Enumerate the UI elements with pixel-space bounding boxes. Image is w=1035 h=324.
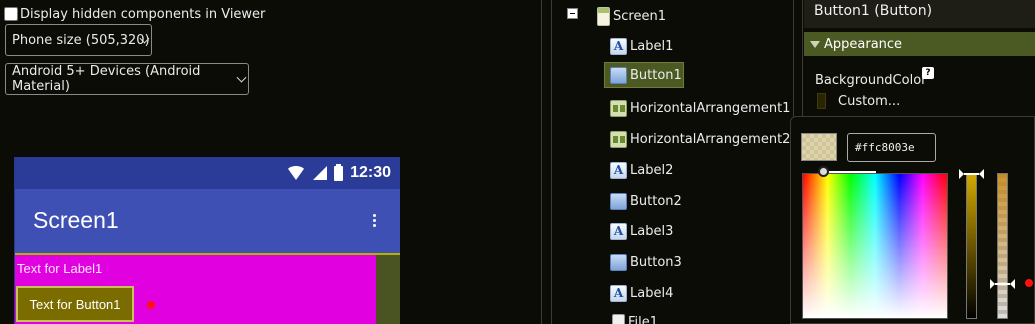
background-color-label: BackgroundColor [815, 73, 927, 88]
tree-item-label: Label2 [630, 162, 674, 178]
button-icon [610, 66, 627, 84]
triangle-down-icon [810, 40, 820, 48]
properties-header: Button1 (Button) [804, 0, 1035, 28]
collapse-icon[interactable] [567, 8, 578, 19]
saturation-knob[interactable] [818, 166, 829, 177]
tree-item-label: Screen1 [613, 8, 666, 24]
button-icon [610, 192, 627, 210]
tree-item-button2[interactable]: Button2 [610, 188, 682, 214]
tree-item-label3[interactable]: A Label3 [610, 218, 673, 244]
tree-item-label1[interactable]: A Label1 [610, 33, 673, 59]
panel-divider [551, 0, 552, 324]
tree-item-label: Label3 [630, 223, 674, 239]
tree-item-label: File1 [628, 314, 659, 324]
help-icon[interactable]: ? [922, 67, 934, 79]
tree-item-label4[interactable]: A Label4 [610, 280, 673, 306]
tree-item-label: Button2 [630, 193, 682, 209]
saturation-field[interactable] [802, 173, 948, 319]
tree-item-label: HorizontalArrangement2 [630, 131, 791, 147]
tree-item-horizontalarrangement2[interactable]: HorizontalArrangement2 [610, 126, 790, 152]
color-preview [801, 133, 837, 161]
phone-content: Text for Label1 Text for Button1 [15, 253, 400, 324]
tree-item-button3[interactable]: Button3 [610, 249, 682, 275]
tree-item-file1[interactable]: File1 [612, 309, 658, 324]
overflow-menu-icon[interactable] [373, 214, 376, 227]
hidden-components-row[interactable]: Display hidden components in Viewer [4, 5, 265, 23]
color-picker-popup [790, 116, 1035, 324]
properties-title: Button1 (Button) [814, 3, 933, 19]
cursor-dot [147, 301, 155, 309]
device-theme-value: Android 5+ Devices (Android Material) [12, 64, 201, 94]
saturation-indicator [826, 171, 876, 173]
phone-app-bar: Screen1 [15, 189, 400, 253]
label-icon: A [610, 161, 627, 179]
device-theme-select[interactable]: Android 5+ Devices (Android Material) [5, 63, 249, 95]
label-icon: A [610, 284, 627, 302]
file-icon [612, 313, 625, 324]
label-icon: A [610, 222, 627, 240]
tree-item-button1[interactable]: Button1 [604, 62, 684, 88]
label-icon: A [610, 37, 627, 55]
button1-preview[interactable]: Text for Button1 [16, 286, 134, 322]
appearance-section[interactable]: Appearance [804, 32, 1035, 56]
horizontal-arrangement-icon [610, 130, 627, 148]
status-time: 12:30 [350, 164, 391, 181]
tree-item-label: HorizontalArrangement1 [630, 100, 791, 116]
signal-icon [313, 166, 328, 180]
phone-size-value: Phone size (505,320) [12, 32, 150, 48]
tree-item-label: Label4 [630, 285, 674, 301]
hidden-components-checkbox[interactable] [4, 7, 18, 21]
hex-input[interactable] [847, 133, 936, 162]
battery-icon [334, 163, 344, 181]
section-label: Appearance [824, 36, 903, 52]
horizontal-arrangement-icon [610, 99, 627, 117]
phone-side-strip [376, 255, 400, 324]
color-swatch[interactable] [817, 93, 826, 109]
label1-preview[interactable]: Text for Label1 [17, 261, 102, 276]
tree-item-label2[interactable]: A Label2 [610, 157, 673, 183]
brightness-slider[interactable] [966, 173, 977, 319]
panel-divider [541, 0, 542, 324]
screen-title: Screen1 [33, 207, 119, 233]
app-root: Display hidden components in Viewer Phon… [0, 0, 1035, 324]
wifi-icon [286, 166, 307, 180]
phone-preview: 12:30 Screen1 Text for Label1 Text for B… [14, 157, 400, 324]
tree-item-label: Button3 [630, 254, 682, 270]
brightness-slider-handle[interactable] [959, 169, 984, 179]
tree-item-label: Button1 [630, 67, 682, 83]
alpha-slider-handle[interactable] [990, 279, 1015, 289]
tree-item-horizontalarrangement1[interactable]: HorizontalArrangement1 [610, 95, 790, 121]
hidden-components-label: Display hidden components in Viewer [20, 6, 266, 22]
background-color-value[interactable]: Custom... [838, 94, 900, 109]
phone-status-bar: 12:30 [15, 157, 400, 189]
button-icon [610, 253, 627, 271]
phone-size-select[interactable]: Phone size (505,320) [5, 24, 152, 56]
cursor-dot [1025, 279, 1033, 287]
tree-item-label: Label1 [630, 38, 674, 54]
tree-item-screen1[interactable]: Screen1 [597, 3, 666, 29]
screen-icon [597, 6, 610, 26]
alpha-slider[interactable] [997, 173, 1008, 319]
